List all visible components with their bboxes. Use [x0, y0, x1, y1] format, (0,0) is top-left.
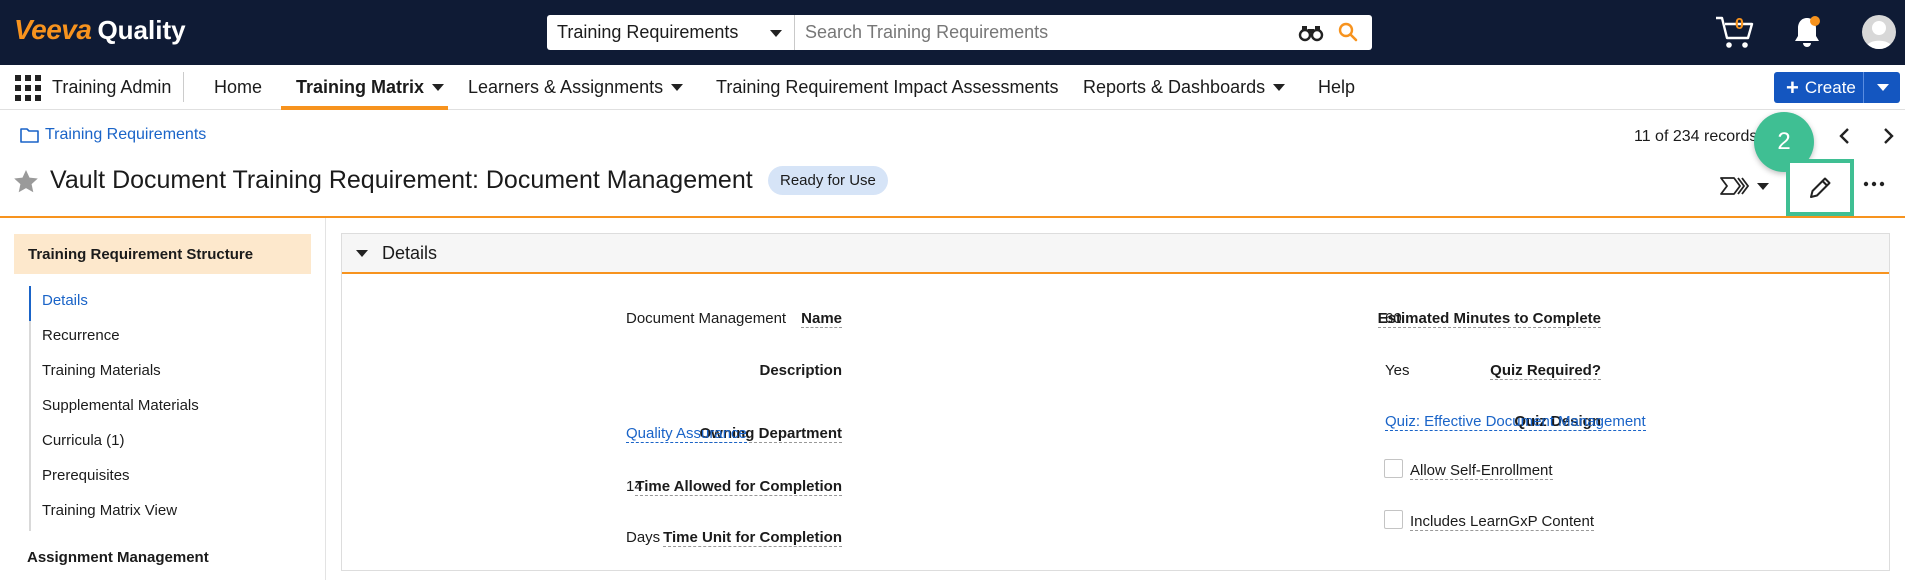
- chevron-down-icon: [770, 30, 782, 37]
- record-count: 11 of 234 records: [1634, 128, 1758, 145]
- nav-item-help[interactable]: Help: [1318, 77, 1355, 98]
- details-section-header[interactable]: Details: [342, 234, 1889, 274]
- nav-item-reports-dashboards[interactable]: Reports & Dashboards: [1083, 77, 1286, 98]
- top-bar: Veeva Quality Training Requirements 0: [0, 0, 1905, 65]
- nav-item-label: Reports & Dashboards: [1083, 77, 1266, 97]
- nav-item-training-matrix[interactable]: Training Matrix: [296, 77, 445, 98]
- page-title: Vault Document Training Requirement: Doc…: [50, 166, 753, 194]
- global-search: Training Requirements: [547, 15, 1372, 50]
- details-panel: Details Name Document Management Descrip…: [341, 233, 1890, 571]
- pencil-icon: [1810, 177, 1831, 198]
- field-label-description: Description: [759, 362, 842, 379]
- field-value-owning-department[interactable]: Quality Assurance: [626, 425, 747, 443]
- logo-quality-text: Quality: [97, 15, 186, 45]
- field-value-name: Document Management: [626, 310, 787, 327]
- main-nav: Training Admin Home Training Matrix Lear…: [0, 65, 1905, 110]
- plus-icon: +: [1786, 74, 1799, 100]
- edit-button[interactable]: [1786, 159, 1854, 216]
- sidebar-item-training-materials[interactable]: Training Materials: [42, 362, 161, 379]
- field-label-name: Name: [801, 310, 842, 328]
- chevron-down-icon: [432, 83, 445, 91]
- active-tab-indicator: [281, 106, 448, 110]
- field-value-time-unit: Days: [626, 529, 661, 546]
- workflow-icon[interactable]: [1720, 177, 1750, 195]
- field-label-time-unit: Time Unit for Completion: [663, 529, 842, 547]
- workflow-chevron-down-icon[interactable]: [1757, 183, 1769, 190]
- chevron-down-icon: [1273, 83, 1286, 91]
- search-icon[interactable]: [1338, 22, 1358, 42]
- allow-self-enrollment-label: Allow Self-Enrollment: [1410, 462, 1553, 480]
- sidebar-item-curricula[interactable]: Curricula (1): [42, 432, 125, 449]
- includes-learngxp-label: Includes LearnGxP Content: [1410, 513, 1595, 531]
- sidebar-section-title[interactable]: Training Requirement Structure: [14, 234, 311, 274]
- create-dropdown-chevron-icon[interactable]: [1877, 84, 1889, 91]
- sidebar-item-recurrence[interactable]: Recurrence: [42, 327, 120, 344]
- create-label: Create: [1804, 77, 1856, 97]
- more-actions-icon[interactable]: [1862, 178, 1886, 190]
- collapse-chevron-icon: [356, 249, 368, 257]
- sidebar-active-indicator: [29, 286, 31, 321]
- nav-item-label: Learners & Assignments: [468, 77, 664, 97]
- avatar[interactable]: [1862, 15, 1896, 49]
- search-scope-label: Training Requirements: [557, 22, 739, 42]
- field-label-quiz-required: Quiz Required?: [1490, 362, 1601, 380]
- nav-divider: [183, 72, 184, 102]
- app-grid-icon[interactable]: [15, 75, 41, 101]
- favorite-star-icon[interactable]: [13, 169, 39, 194]
- binoculars-icon[interactable]: [1298, 24, 1324, 42]
- sidebar-item-details[interactable]: Details: [42, 292, 88, 309]
- field-label-estimated-minutes: Estimated Minutes to Complete: [1377, 310, 1601, 328]
- search-input[interactable]: [795, 15, 1372, 50]
- nav-item-home[interactable]: Home: [214, 77, 262, 98]
- folder-icon: [20, 128, 39, 143]
- create-main[interactable]: + Create: [1774, 72, 1864, 103]
- includes-learngxp-checkbox[interactable]: [1384, 510, 1403, 529]
- breadcrumb[interactable]: Training Requirements: [20, 126, 206, 144]
- details-section-title: Details: [382, 242, 438, 263]
- next-record-icon[interactable]: [1881, 127, 1895, 145]
- user-icon: [1865, 21, 1893, 49]
- previous-record-icon[interactable]: [1838, 127, 1852, 145]
- veeva-quality-logo[interactable]: Veeva Quality: [14, 14, 186, 50]
- sidebar-rail: [29, 286, 31, 531]
- app-name[interactable]: Training Admin: [52, 77, 171, 98]
- field-value-time-allowed: 14: [626, 478, 643, 495]
- field-value-estimated-minutes: 60: [1385, 310, 1402, 327]
- notification-dot: [1810, 16, 1820, 26]
- cart-count: 0: [1735, 16, 1744, 33]
- sidebar-item-prerequisites[interactable]: Prerequisites: [42, 467, 130, 484]
- search-scope-select[interactable]: Training Requirements: [547, 15, 795, 50]
- allow-self-enrollment-checkbox[interactable]: [1384, 459, 1403, 478]
- create-button[interactable]: + Create: [1774, 72, 1900, 103]
- breadcrumb-label: Training Requirements: [45, 126, 207, 143]
- sidebar-item-training-matrix-view[interactable]: Training Matrix View: [42, 502, 177, 519]
- sidebar-item-supplemental-materials[interactable]: Supplemental Materials: [42, 397, 199, 414]
- nav-item-learners-assignments[interactable]: Learners & Assignments: [468, 77, 684, 98]
- record-sidebar: Training Requirement Structure Details R…: [0, 218, 326, 580]
- logo-veeva-text: Veeva: [14, 14, 92, 45]
- nav-item-label: Training Matrix: [296, 77, 425, 97]
- status-badge: Ready for Use: [768, 166, 888, 195]
- field-value-quiz-required: Yes: [1385, 362, 1410, 379]
- field-value-quiz-design[interactable]: Quiz: Effective Document Management: [1385, 413, 1646, 431]
- field-label-time-allowed: Time Allowed for Completion: [635, 478, 842, 496]
- nav-item-impact-assessments[interactable]: Training Requirement Impact Assessments: [716, 77, 1058, 98]
- chevron-down-icon: [671, 83, 684, 91]
- sidebar-section-assignment-management[interactable]: Assignment Management: [27, 549, 209, 566]
